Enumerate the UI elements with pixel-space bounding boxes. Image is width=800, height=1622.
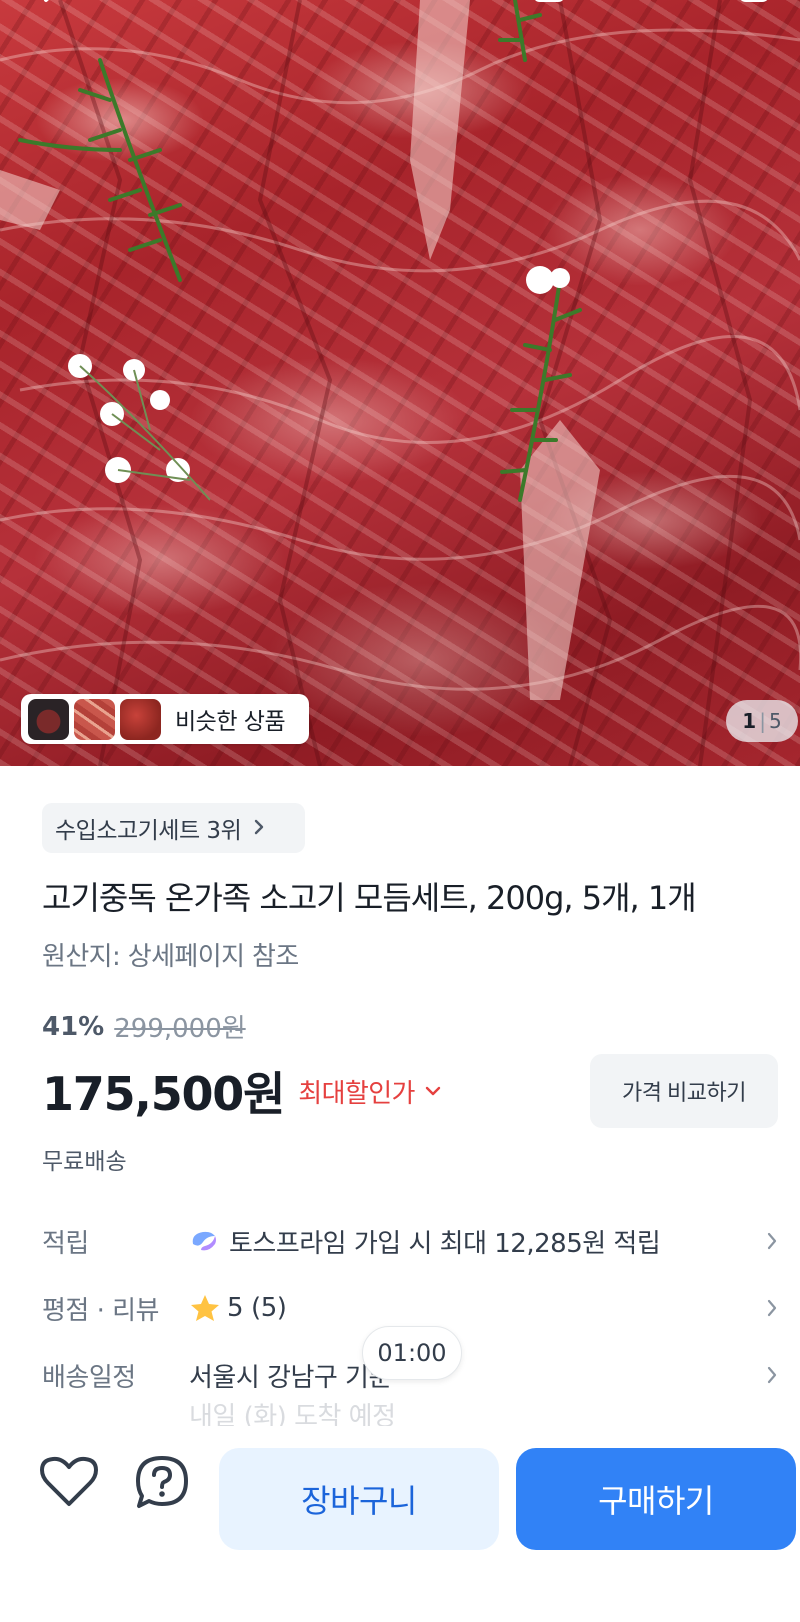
chevron-right-icon	[762, 1365, 782, 1385]
similar-products-chip[interactable]: 비슷한 상품	[21, 694, 309, 744]
product-title: 고기중독 온가족 소고기 모듬세트, 200g, 5개, 1개	[42, 879, 697, 917]
bottom-action-bar: 장바구니 구매하기	[0, 1426, 800, 1622]
product-image-gallery[interactable]: 비슷한 상품 1 | 5	[0, 0, 800, 766]
review-count: (5)	[251, 1293, 287, 1323]
time-bubble: 01:00	[362, 1326, 462, 1380]
page-separator: |	[759, 709, 766, 733]
original-price: 299,000원	[114, 1014, 246, 1044]
home-icon[interactable]	[530, 0, 568, 10]
image-page-counter: 1 | 5	[726, 700, 798, 742]
add-to-cart-button[interactable]: 장바구니	[219, 1448, 499, 1550]
similar-products-label: 비슷한 상품	[175, 709, 286, 735]
similar-product-thumb	[74, 698, 115, 740]
compare-price-button[interactable]: 가격 비교하기	[590, 1054, 778, 1128]
question-icon	[136, 1456, 188, 1508]
sale-price: 175,500원	[42, 1067, 285, 1121]
chevron-down-icon	[425, 1086, 441, 1096]
max-discount-label: 최대할인가	[298, 1078, 415, 1109]
price-row: 175,500원 최대할인가	[42, 1058, 441, 1124]
search-icon[interactable]	[630, 0, 668, 10]
star-icon	[191, 1295, 219, 1321]
similar-product-thumb	[28, 698, 69, 740]
similar-product-thumb	[120, 698, 161, 740]
discount-row: 41% 299,000원	[42, 1008, 246, 1045]
discount-rate: 41%	[42, 1011, 105, 1042]
category-rank-label: 수입소고기세트 3위	[55, 818, 242, 844]
toss-prime-icon	[192, 1231, 216, 1251]
chevron-right-icon	[762, 1298, 782, 1318]
wishlist-button[interactable]	[37, 1450, 101, 1514]
rating-value: 5	[227, 1293, 244, 1323]
current-page: 1	[742, 709, 757, 733]
product-origin: 원산지: 상세페이지 참조	[42, 942, 299, 972]
heart-icon	[40, 1456, 98, 1506]
shipping-info: 무료배송	[42, 1149, 127, 1175]
delivery-location: 서울시 강남구 기준	[189, 1362, 392, 1393]
chevron-right-icon	[762, 1231, 782, 1251]
inquiry-button[interactable]	[130, 1450, 194, 1514]
category-rank-chip[interactable]: 수입소고기세트 3위	[42, 803, 305, 853]
product-photo-meat	[0, 0, 800, 766]
point-value: 토스프라임 가입 시 최대 12,285원 적립	[229, 1228, 661, 1259]
delivery-label: 배송일정	[42, 1362, 136, 1393]
back-icon[interactable]	[30, 0, 68, 10]
buy-now-button[interactable]: 구매하기	[516, 1448, 796, 1550]
max-discount-toggle[interactable]: 최대할인가	[298, 1073, 441, 1110]
total-pages: 5	[768, 709, 782, 733]
cart-icon[interactable]	[735, 0, 773, 10]
point-row[interactable]: 적립 토스프라임 가입 시 최대 12,285원 적립	[42, 1216, 782, 1266]
chevron-right-icon	[253, 816, 265, 841]
point-label: 적립	[42, 1228, 89, 1259]
review-label: 평점 · 리뷰	[42, 1295, 159, 1326]
